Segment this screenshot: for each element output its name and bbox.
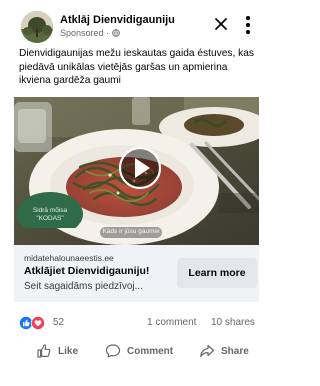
comment-label: Comment [127,345,174,357]
like-label: Like [58,345,79,357]
reaction-count: 52 [53,317,65,328]
close-icon [215,18,227,30]
thumbs-up-icon [37,344,51,358]
like-button[interactable]: Like [36,336,78,366]
close-button[interactable] [211,14,231,34]
link-preview[interactable]: midatehalounaeestis.ee Atklājiet Dienvid… [14,245,259,302]
post-media[interactable]: Sidrā mõisa "KODAS" Kāds ir jūsu gaumei [14,97,259,245]
logo-text: Sidrā mõisa "KODAS" [17,207,83,222]
page-avatar[interactable] [21,11,53,43]
shares-count[interactable]: 10 shares [211,317,255,328]
avatar-image [21,11,53,43]
link-description: Šeit sagaidāms piedzīvoj... [24,281,143,292]
learn-more-button[interactable]: Learn more [177,258,257,288]
play-icon [118,146,162,190]
logo-line-2: "KODAS" [36,214,64,222]
action-bar: Like Comment Share [0,336,259,366]
more-vertical-icon [245,15,251,35]
play-button[interactable] [118,146,162,190]
share-icon [200,344,215,357]
video-caption: Kāds ir jūsu gaumei [102,228,160,235]
comments-count[interactable]: 1 comment [147,317,196,328]
share-label: Share [221,345,249,357]
sponsored-label: Sponsored · [60,28,120,38]
sponsored-text: Sponsored · [60,28,112,38]
page-name[interactable]: Atklāj Dienvidigauniju [60,14,175,26]
comment-icon [105,344,121,358]
more-options-button[interactable] [240,14,256,36]
comment-button[interactable]: Comment [105,336,173,366]
post-header: Atklāj Dienvidigauniju Sponsored · [0,8,259,43]
globe-icon [111,29,120,37]
logo-line-1: Sidrā mõisa [32,207,68,214]
link-headline[interactable]: Atklājiet Dienvidigauniju! [24,265,149,277]
post-text: Dienvidigaunijas mežu ieskautas gaida és… [19,48,255,86]
love-reaction-icon [31,316,45,330]
share-button[interactable]: Share [199,336,249,366]
link-domain: midatehalounaeestis.ee [24,253,114,263]
